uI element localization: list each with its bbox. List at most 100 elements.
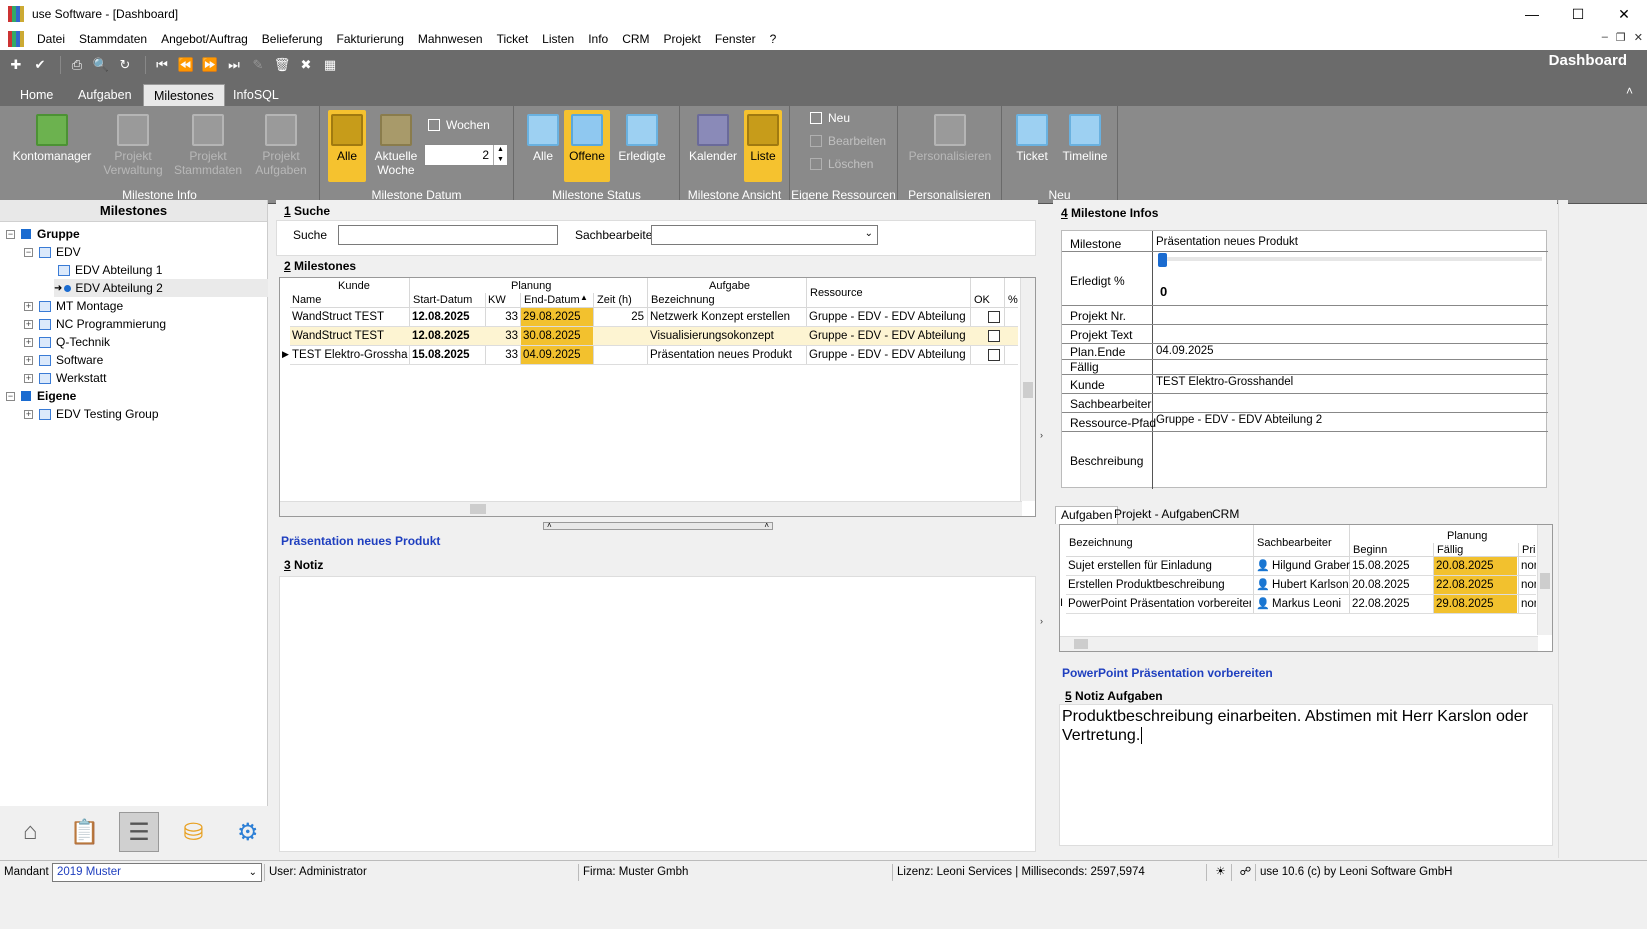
tab-aufgaben[interactable]: Aufgaben [68,84,142,106]
list-view-icon[interactable]: ☰ [118,812,160,852]
first-record-icon[interactable]: ⏮ [152,56,172,74]
table-row[interactable]: WandStruct TEST 12.08.2025 33 30.08.2025… [290,327,1018,346]
sun-icon[interactable]: ☀ [1206,864,1230,881]
bearbeiten-button[interactable]: Bearbeiten [810,134,886,148]
col-pct[interactable]: % [1006,293,1018,307]
projekt-verwaltung-button[interactable]: Projekt Verwaltung [100,110,166,182]
scroll-thumb[interactable] [1023,382,1033,398]
table-row[interactable]: Erstellen Produktbeschreibung 👤 Hubert K… [1066,576,1536,595]
tree-node-software[interactable]: + Software [24,351,103,369]
tree-node-edv-abteilung-1[interactable]: EDV Abteilung 1 [58,261,162,279]
col-bezeichnung[interactable]: Bezeichnung [1067,536,1133,550]
table-row[interactable]: WandStruct TEST 12.08.2025 33 29.08.2025… [290,308,1018,327]
window-vertical-scrollbar[interactable] [1558,200,1568,858]
offene-button[interactable]: Offene [564,110,610,182]
vertical-splitter[interactable]: › › [1040,430,1048,626]
check-icon[interactable]: ✔ [30,56,50,74]
menu-belieferung[interactable]: Belieferung [255,32,330,46]
tasks-horizontal-scrollbar[interactable] [1060,636,1538,651]
col-kw[interactable]: KW [486,293,506,307]
table-row[interactable]: PowerPoint Präsentation vorbereiten 👤 Ma… [1066,595,1536,614]
tree-node-mt-montage[interactable]: + MT Montage [24,297,123,315]
last-record-icon[interactable]: ⏭ [224,56,244,74]
col-faellig[interactable]: Fällig [1435,543,1463,557]
menu-datei[interactable]: Datei [30,32,72,46]
ressource-pfad-value[interactable]: Gruppe - EDV - EDV Abteilung 2 [1156,414,1322,426]
mandant-select[interactable]: 2019 Muster ⌄ [52,863,262,882]
col-start-datum[interactable]: Start-Datum [411,293,472,307]
tree-node-nc-programmierung[interactable]: + NC Programmierung [24,315,166,333]
projekt-aufgaben-button[interactable]: Projekt Aufgaben [250,110,312,182]
selected-task-link[interactable]: PowerPoint Präsentation vorbereiten [1062,666,1273,680]
plan-ende-value[interactable]: 04.09.2025 [1156,345,1214,357]
kontomanager-button[interactable]: Kontomanager [10,110,94,182]
tree-node-gruppe[interactable]: − Gruppe [6,225,80,243]
wochen-button[interactable]: Wochen [428,118,490,132]
stepper-arrows-icon[interactable]: ▲ ▼ [493,145,507,165]
menu-angebot-auftrag[interactable]: Angebot/Auftrag [154,32,255,46]
close-button[interactable]: ✕ [1601,0,1647,28]
menu-projekt[interactable]: Projekt [657,32,708,46]
milestone-value[interactable]: Präsentation neues Produkt [1156,236,1298,248]
add-icon[interactable]: ✚ [6,56,26,74]
neu-button[interactable]: Neu [810,111,850,125]
scroll-thumb[interactable] [1540,573,1550,589]
table-row[interactable]: TEST Elektro-Grosshandel 15.08.2025 33 0… [290,346,1018,365]
tree-node-edv[interactable]: − EDV [24,243,81,261]
scroll-thumb[interactable] [1074,639,1088,649]
liste-button[interactable]: Liste [744,110,782,182]
expand-icon[interactable]: + [24,373,33,383]
expand-icon[interactable]: + [24,337,33,347]
col-bezeichnung[interactable]: Bezeichnung [649,293,715,307]
col-name[interactable]: Name [290,293,321,307]
minimize-button[interactable]: — [1509,0,1555,28]
expand-icon[interactable]: + [24,355,33,365]
gear-icon[interactable]: ⚙ [228,812,268,852]
personalisieren-button[interactable]: Personalisieren [904,110,996,182]
ok-checkbox[interactable] [988,311,1000,323]
clipboard-icon[interactable]: 📋 [64,812,104,852]
timeline-button[interactable]: Timeline [1058,110,1112,182]
expand-icon[interactable]: + [24,409,33,419]
grid-vertical-scrollbar[interactable] [1020,278,1035,501]
kunde-value[interactable]: TEST Elektro-Grosshandel [1156,376,1293,388]
slider-thumb[interactable] [1158,253,1167,267]
collapse-icon[interactable]: − [6,229,15,239]
col-sachbearbeiter[interactable]: Sachbearbeiter [1255,536,1332,550]
col-beginn[interactable]: Beginn [1351,543,1387,557]
ribbon-collapse-icon[interactable]: ˄ [1626,84,1633,98]
refresh-icon[interactable]: ↻ [115,56,135,74]
mdi-restore-icon[interactable]: ❐ [1616,31,1626,44]
network-icon[interactable]: ☍ [1231,864,1255,881]
menu-mahnwesen[interactable]: Mahnwesen [411,32,490,46]
grid-icon[interactable]: ▦ [320,56,340,74]
prev-record-icon[interactable]: ⏪ [176,56,196,74]
col-end-datum[interactable]: End-Datum [522,293,580,307]
collapse-icon[interactable]: − [24,247,33,257]
table-row[interactable]: Sujet erstellen für Einladung 👤 Hilgund … [1066,557,1536,576]
suche-input[interactable] [338,225,558,245]
selected-milestone-link[interactable]: Präsentation neues Produkt [281,534,440,548]
subtab-projekt-aufgaben[interactable]: Projekt - Aufgaben [1109,506,1218,524]
notiz-textarea[interactable] [279,576,1036,852]
splitter-handle[interactable]: ˄ ˄ [543,522,773,530]
maximize-button[interactable]: ☐ [1555,0,1601,28]
tree-node-eigene[interactable]: − Eigene [6,387,76,405]
tasks-vertical-scrollbar[interactable] [1537,525,1552,635]
col-zeit[interactable]: Zeit (h) [595,293,632,307]
mdi-minimize-icon[interactable]: – [1602,31,1608,44]
cancel-icon[interactable]: ✖ [296,56,316,74]
notiz-aufgaben-textarea[interactable]: Produktbeschreibung einarbeiten. Abstime… [1059,704,1553,846]
menu-ticket[interactable]: Ticket [490,32,536,46]
erledigt-slider[interactable] [1158,257,1542,261]
subtab-crm[interactable]: CRM [1207,506,1244,524]
kalender-button[interactable]: Kalender [688,110,738,182]
search-icon[interactable]: 🔍 [91,56,111,74]
menu-info[interactable]: Info [581,32,615,46]
ok-checkbox[interactable] [988,330,1000,342]
projekt-stammdaten-button[interactable]: Projekt Stammdaten [172,110,244,182]
scroll-thumb[interactable] [470,504,486,514]
wochen-stepper[interactable]: 2 ▲ ▼ [424,144,508,166]
tab-home[interactable]: Home [10,84,63,106]
collapse-icon[interactable]: − [6,391,15,401]
